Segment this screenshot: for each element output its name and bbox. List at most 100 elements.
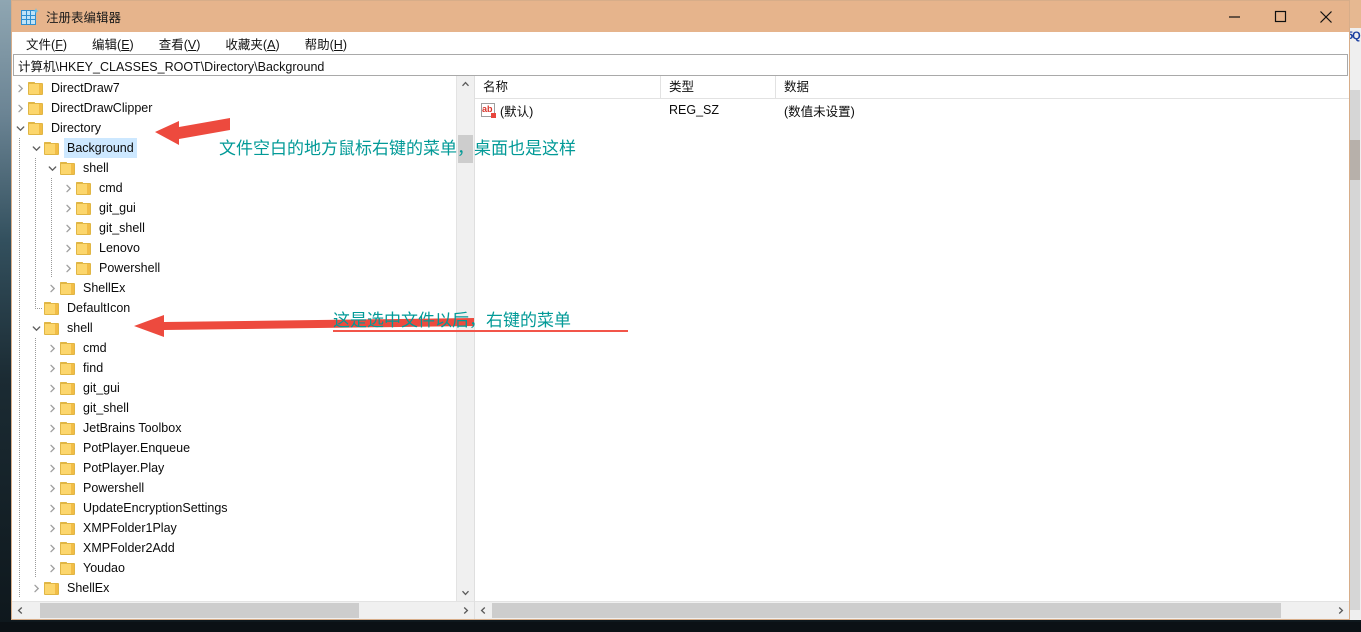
string-value-icon: ab [481,103,496,118]
tree-node-xmpfolder2add[interactable]: XMPFolder2Add [12,538,456,558]
tree-scroll-track[interactable] [457,93,474,584]
tree-scroll-down-button[interactable] [457,584,474,601]
tree-twisty-expanded-icon[interactable] [28,318,44,338]
folder-icon [60,281,75,295]
tree-node-directdrawclipper[interactable]: DirectDrawClipper [12,98,456,118]
column-header-name[interactable]: 名称 [475,76,661,98]
tree-twisty-collapsed-icon[interactable] [60,178,76,198]
tree-guide [28,238,44,258]
tree-twisty-collapsed-icon[interactable] [12,98,28,118]
tree-node-directory[interactable]: Directory [12,118,456,138]
menu-favorites[interactable]: 收藏夹(A) [225,34,279,53]
registry-tree[interactable]: DirectDraw7 DirectDrawClipper Directory Bac… [12,76,456,601]
tree-twisty-collapsed-icon[interactable] [28,578,44,598]
tree-node-xmpfolder1play[interactable]: XMPFolder1Play [12,518,456,538]
tree-twisty-collapsed-icon[interactable] [44,518,60,538]
tree-guide [28,398,44,418]
close-button[interactable] [1303,1,1349,32]
tree-guide [28,538,44,558]
tree-hscroll-left-button[interactable] [12,602,29,619]
tree-node-background[interactable]: Background [12,138,456,158]
tree-twisty-collapsed-icon[interactable] [60,238,76,258]
tree-node-jetbrains-toolbox[interactable]: JetBrains Toolbox [12,418,456,438]
tree-twisty-collapsed-icon[interactable] [44,498,60,518]
tree-twisty-expanded-icon[interactable] [44,158,60,178]
tree-twisty-collapsed-icon[interactable] [44,558,60,578]
tree-twisty-collapsed-icon[interactable] [44,398,60,418]
window-controls [1211,1,1349,32]
address-path: 计算机\HKEY_CLASSES_ROOT\Directory\Backgrou… [18,59,325,74]
tree-twisty-expanded-icon[interactable] [28,138,44,158]
folder-icon [76,201,91,215]
tree-node-shell[interactable]: shell [12,158,456,178]
folder-icon [76,241,91,255]
menu-view[interactable]: 查看(V) [159,34,201,53]
tree-hscroll-track[interactable] [29,602,457,619]
tree-node-directdraw7[interactable]: DirectDraw7 [12,78,456,98]
tree-twisty-expanded-icon[interactable] [12,118,28,138]
tree-node-git-shell[interactable]: git_shell [12,218,456,238]
menu-view-label: 查看 [158,37,184,52]
tree-twisty-collapsed-icon[interactable] [44,538,60,558]
values-hscroll-thumb[interactable] [492,603,1281,618]
window-titlebar[interactable]: 注册表编辑器 [12,1,1349,32]
tree-horizontal-scrollbar[interactable] [12,601,474,619]
tree-twisty-collapsed-icon[interactable] [44,478,60,498]
column-header-data[interactable]: 数据 [776,76,1349,98]
table-row[interactable]: ab (默认) REG_SZ (数值未设置) [475,99,1349,121]
tree-twisty-collapsed-icon[interactable] [60,218,76,238]
tree-node-potplayer-enqueue[interactable]: PotPlayer.Enqueue [12,438,456,458]
tree-node-potplayer-play[interactable]: PotPlayer.Play [12,458,456,478]
menu-help[interactable]: 帮助(H) [305,34,347,53]
tree-hscroll-thumb[interactable] [40,603,359,618]
tree-twisty-collapsed-icon[interactable] [44,278,60,298]
tree-node-label: UpdateEncryptionSettings [83,501,228,515]
tree-node-shell[interactable]: shell [12,318,456,338]
tree-guide [28,518,44,538]
tree-hscroll-right-button[interactable] [457,602,474,619]
tree-twisty-collapsed-icon[interactable] [44,458,60,478]
menu-edit[interactable]: 编辑(E) [92,34,134,53]
values-hscroll-left-button[interactable] [475,602,492,619]
tree-node-defaulticon[interactable]: DefaultIcon [12,298,456,318]
address-bar[interactable]: 计算机\HKEY_CLASSES_ROOT\Directory\Backgrou… [13,54,1348,76]
tree-node-shellex[interactable]: ShellEx [12,578,456,598]
tree-node-lenovo[interactable]: Lenovo [12,238,456,258]
tree-node-git-gui[interactable]: git_gui [12,378,456,398]
values-hscroll-track[interactable] [492,602,1332,619]
values-horizontal-scrollbar[interactable] [475,601,1349,619]
tree-twisty-collapsed-icon[interactable] [44,438,60,458]
tree-node-youdao[interactable]: Youdao [12,558,456,578]
tree-node-powershell[interactable]: Powershell [12,258,456,278]
tree-node-updateencryptionsettings[interactable]: UpdateEncryptionSettings [12,498,456,518]
tree-twisty-collapsed-icon[interactable] [44,378,60,398]
folder-icon [44,321,59,335]
tree-guide [28,418,44,438]
folder-icon [60,501,75,515]
tree-node-shellex[interactable]: ShellEx [12,278,456,298]
tree-twisty-collapsed-icon[interactable] [60,198,76,218]
registry-editor-window: 注册表编辑器 文件(F) 编辑(E) 查看(V) 收藏夹(A) 帮助(H) 计算… [11,0,1350,620]
tree-twisty-collapsed-icon[interactable] [44,418,60,438]
minimize-button[interactable] [1211,1,1257,32]
tree-guide [12,198,28,218]
tree-vertical-scrollbar[interactable] [456,76,474,601]
tree-twisty-collapsed-icon[interactable] [60,258,76,278]
tree-node-cmd[interactable]: cmd [12,178,456,198]
tree-node-label: Lenovo [99,241,141,255]
tree-node-find[interactable]: find [12,358,456,378]
tree-guide [12,518,28,538]
menu-file[interactable]: 文件(F) [26,34,67,53]
tree-scroll-thumb[interactable] [458,135,473,163]
tree-twisty-collapsed-icon[interactable] [12,78,28,98]
column-header-type[interactable]: 类型 [661,76,776,98]
tree-twisty-collapsed-icon[interactable] [44,358,60,378]
tree-twisty-collapsed-icon[interactable] [44,338,60,358]
tree-scroll-up-button[interactable] [457,76,474,93]
values-hscroll-right-button[interactable] [1332,602,1349,619]
maximize-button[interactable] [1257,1,1303,32]
tree-node-git-gui[interactable]: git_gui [12,198,456,218]
tree-node-cmd[interactable]: cmd [12,338,456,358]
tree-node-git-shell[interactable]: git_shell [12,398,456,418]
tree-node-powershell[interactable]: Powershell [12,478,456,498]
